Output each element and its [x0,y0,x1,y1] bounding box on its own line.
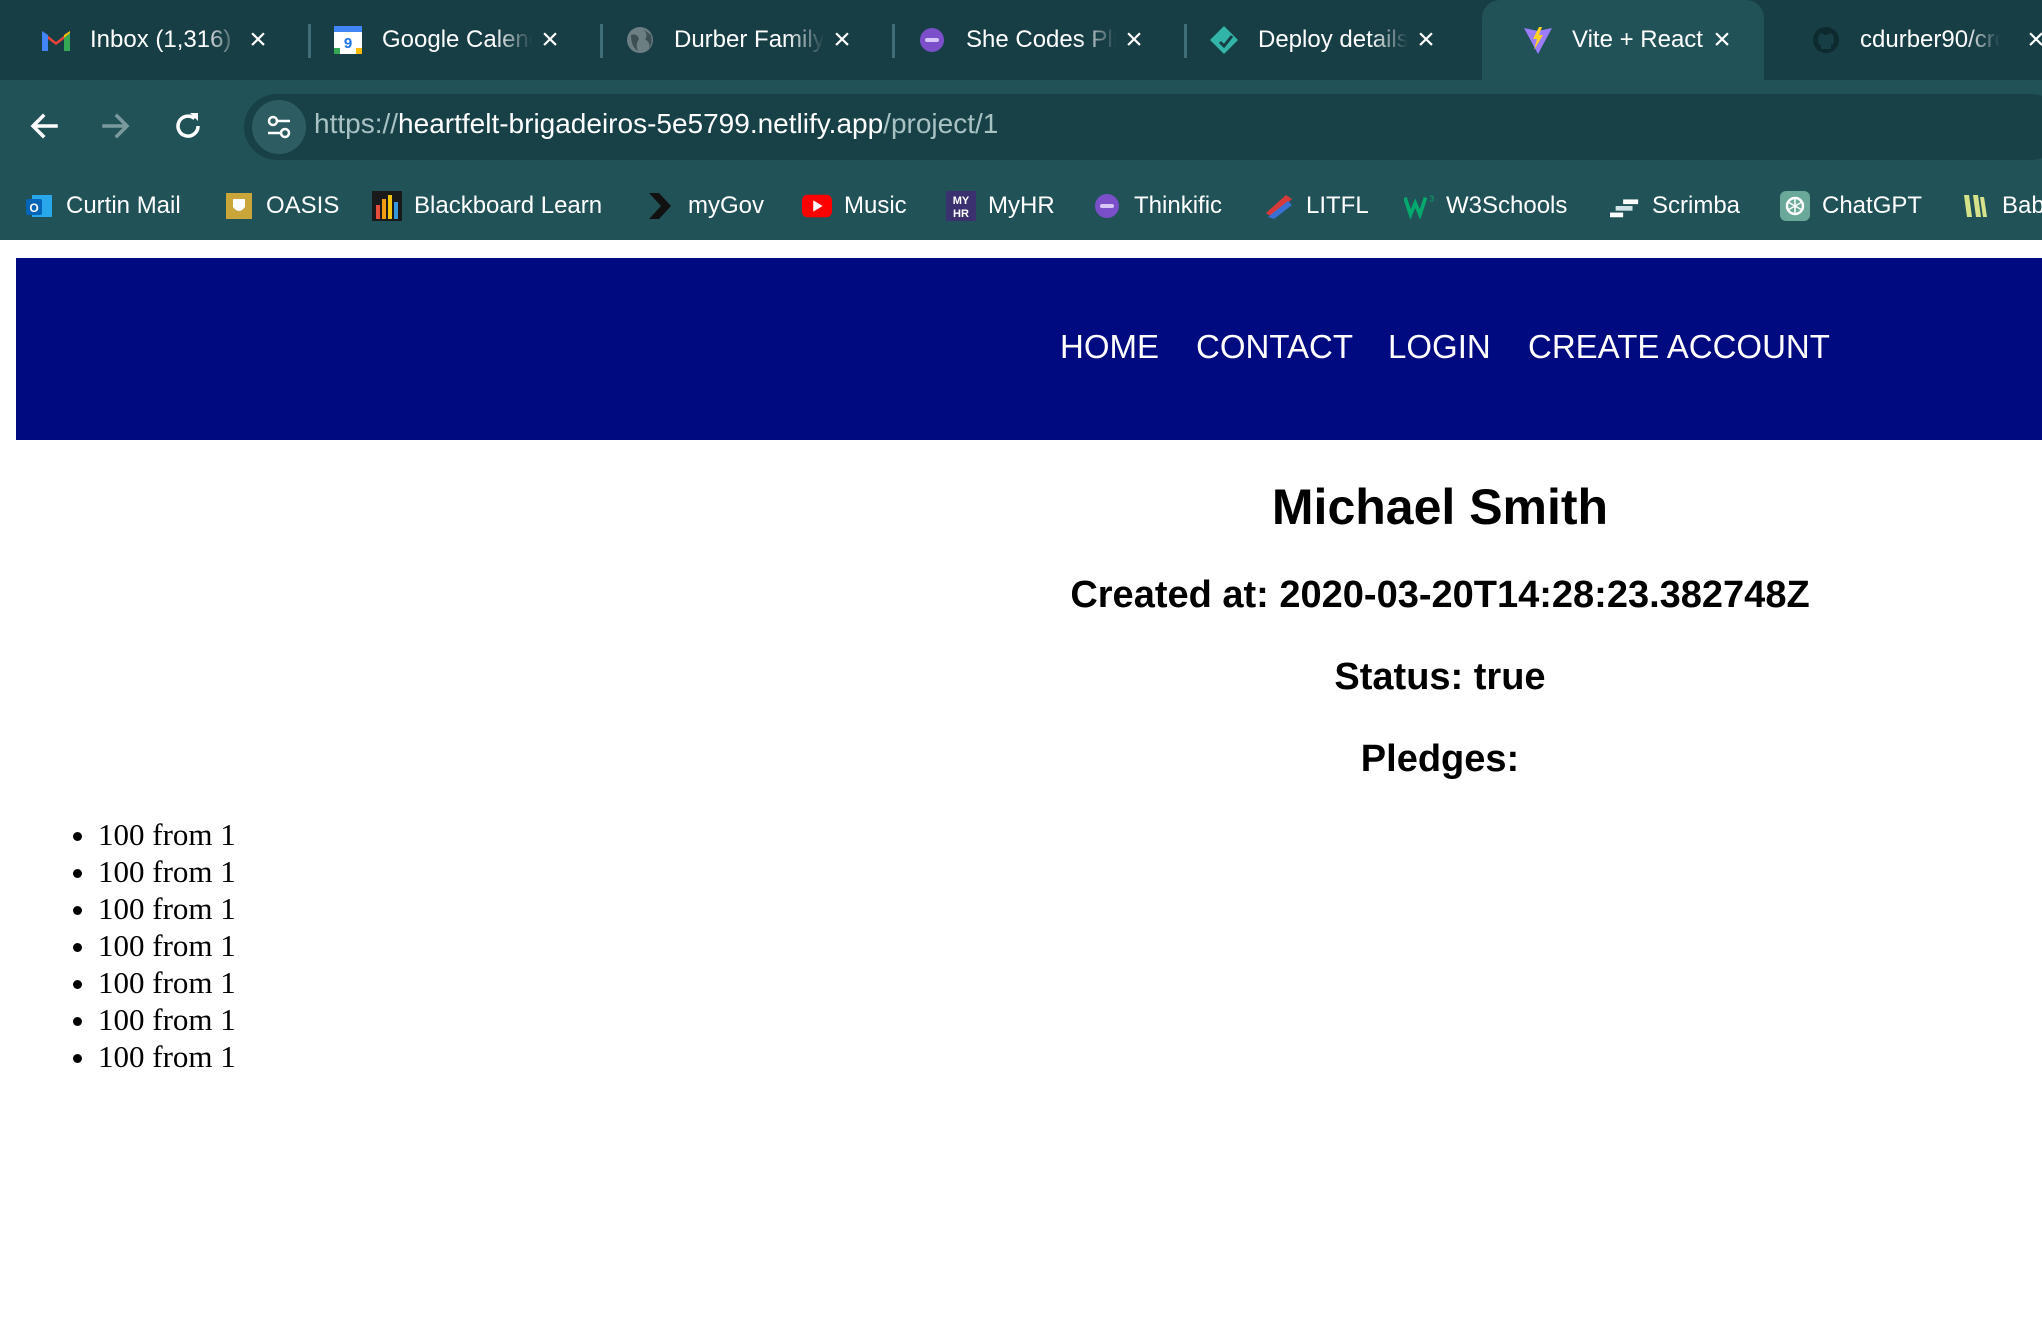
svg-text:HR: HR [953,208,969,220]
mygov-icon [646,191,676,221]
bookmark-label: ChatGPT [1822,192,1923,219]
bookmark-blackboard-learn[interactable]: Blackboard Learn [372,186,602,226]
pledge-item: 100 from 1 [98,853,236,890]
tab-she-codes[interactable]: She Codes Plus × [876,0,1176,80]
url-path: /project/1 [883,108,999,139]
pledge-item: 100 from 1 [98,964,236,1001]
close-tab-icon[interactable]: × [1412,25,1440,55]
bookmark-curtin-mail[interactable]: O Curtin Mail [24,186,181,226]
tab-durber-family[interactable]: Durber Family × [584,0,884,80]
close-tab-icon[interactable]: × [1708,25,1736,55]
reload-icon[interactable] [170,108,206,144]
bookmark-oasis[interactable]: OASIS [224,186,339,226]
project-status: Status: true [1334,656,1546,698]
tab-title: cdurber90/crowdfunding [1860,26,2000,53]
close-tab-icon[interactable]: × [1120,25,1148,55]
gmail-icon [40,24,72,56]
tab-title: Inbox (1,316) [90,26,232,53]
url-scheme: https:// [314,108,399,139]
bookmark-label: Scrimba [1652,192,1741,219]
outlook-icon: O [24,191,54,221]
svg-text:3: 3 [1429,193,1434,203]
project-created-at: Created at: 2020-03-20T14:28:23.382748Z [1070,574,1810,616]
calendar-icon: 9 [332,24,364,56]
pledge-item: 100 from 1 [98,1038,236,1075]
bookmark-myhr[interactable]: MY HR MyHR [946,186,1055,226]
pledge-item: 100 from 1 [98,816,236,853]
w3schools-icon: 3 [1404,191,1434,221]
tab-title: Deploy details [1258,26,1408,53]
nav-home-link[interactable]: HOME [1060,328,1159,366]
bookmark-label: LITFL [1306,192,1369,219]
bookmark-label: Blackboard Learn [414,192,603,219]
bookmark-mygov[interactable]: myGov [646,186,764,226]
chatgpt-icon [1780,191,1810,221]
bookmark-label: W3Schools [1446,192,1568,219]
tab-google-calendar[interactable]: 9 Google Calendar × [292,0,592,80]
bookmark-bab[interactable]: Bab [1960,186,2042,226]
litfl-icon [1264,191,1294,221]
tab-github[interactable]: cdurber90/crowdfunding × [1770,0,2042,80]
tab-title: Durber Family [674,26,824,53]
globe-icon [624,24,656,56]
folder-icon [1960,191,1990,221]
tab-gmail[interactable]: Inbox (1,316) × [0,0,300,80]
tab-title: Vite + React [1572,26,1703,53]
bookmark-thinkific[interactable]: Thinkific [1092,186,1222,226]
thinkific-icon [1092,191,1122,221]
forward-arrow-icon[interactable] [98,108,134,144]
svg-text:MY: MY [953,195,970,207]
tune-icon [267,115,291,139]
url-text[interactable]: https://heartfelt-brigadeiros-5e5799.net… [314,108,998,140]
bookmark-label: Curtin Mail [66,192,181,219]
oasis-icon [224,191,254,221]
pledge-item: 100 from 1 [98,890,236,927]
bookmark-litfl[interactable]: LITFL [1264,186,1369,226]
nav-create-account-link[interactable]: CREATE ACCOUNT [1528,328,1830,366]
back-arrow-icon[interactable] [26,108,62,144]
pledge-item: 100 from 1 [98,927,236,964]
close-tab-icon[interactable]: × [536,25,564,55]
bookmark-music[interactable]: Music [802,186,907,226]
vite-icon [1522,24,1554,56]
bookmark-scrimba[interactable]: Scrimba [1610,186,1740,226]
svg-text:O: O [29,201,38,215]
tab-title: Google Calendar [382,26,532,53]
bookmark-label: Music [844,192,907,219]
url-host: heartfelt-brigadeiros-5e5799.netlify.app [398,108,884,139]
pledges-heading: Pledges: [1360,738,1520,780]
shecodes-icon [916,24,948,56]
pledge-list: 100 from 1 100 from 1 100 from 1 100 fro… [56,816,236,1075]
bookmark-label: Thinkific [1134,192,1223,219]
bookmark-w3schools[interactable]: 3 W3Schools [1404,186,1567,226]
bookmark-label: Bab [2002,192,2042,219]
nav-login-link[interactable]: LOGIN [1388,328,1491,366]
tab-title: She Codes Plus [966,26,1116,53]
github-icon [1810,24,1842,56]
nav-contact-link[interactable]: CONTACT [1196,328,1353,366]
site-info-button[interactable] [252,100,306,154]
svg-text:9: 9 [344,35,352,52]
project-title: Michael Smith [1271,479,1609,535]
bookmark-label: myGov [688,192,765,219]
netlify-icon [1208,24,1240,56]
close-tab-icon[interactable]: × [828,25,856,55]
bookmark-chatgpt[interactable]: ChatGPT [1780,186,1922,226]
tab-vite-react[interactable]: Vite + React × [1482,0,1764,80]
blackboard-icon [372,191,402,221]
bookmark-label: OASIS [266,192,340,219]
close-tab-icon[interactable]: × [2022,25,2042,55]
youtube-icon [802,191,832,221]
scrimba-icon [1610,191,1640,221]
pledge-item: 100 from 1 [98,1001,236,1038]
myhr-icon: MY HR [946,191,976,221]
close-tab-icon[interactable]: × [244,25,272,55]
bookmark-label: MyHR [988,192,1055,219]
tab-deploy-details[interactable]: Deploy details × [1168,0,1468,80]
